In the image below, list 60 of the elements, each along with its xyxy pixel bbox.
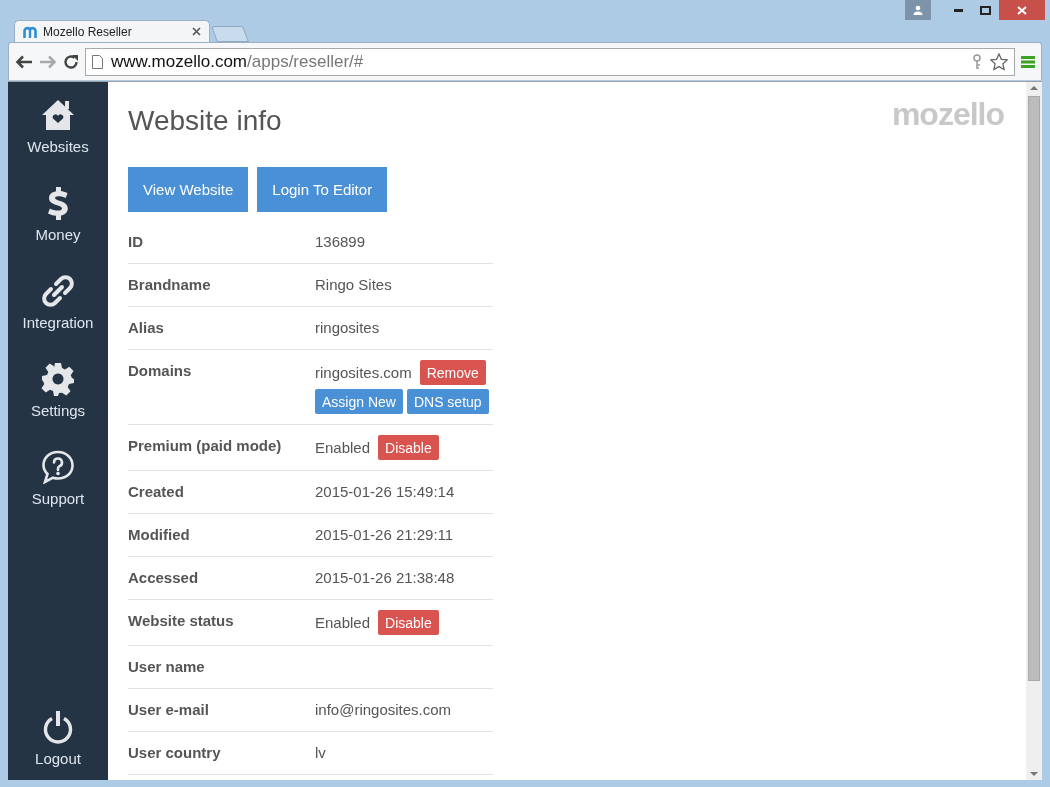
speech-bubble-question-icon <box>41 450 75 484</box>
forward-arrow-icon[interactable] <box>39 54 57 69</box>
sidebar-item[interactable]: Integration <box>8 274 108 362</box>
page-icon <box>92 54 103 69</box>
user-button[interactable] <box>905 0 931 20</box>
field-label: ID <box>128 233 143 250</box>
field-label: Alias <box>128 319 164 336</box>
house-icon <box>41 98 75 132</box>
reload-icon[interactable] <box>63 53 79 70</box>
m-logo-icon <box>23 25 37 38</box>
sidebar-item[interactable]: Support <box>8 450 108 538</box>
close-icon[interactable] <box>192 27 201 36</box>
field-value: ringosites <box>315 318 380 338</box>
back-arrow-icon[interactable] <box>15 54 33 69</box>
page-title: Website info <box>128 104 282 138</box>
field-value: ringosites.com <box>315 362 412 383</box>
logout-button[interactable]: Logout <box>8 710 108 767</box>
menu-icon[interactable] <box>1021 54 1035 69</box>
maximize-icon <box>979 5 991 15</box>
field-value: 2015-01-26 21:38:48 <box>315 568 455 588</box>
tab-title: Mozello Reseller <box>43 24 133 39</box>
minimize-icon <box>953 8 963 12</box>
field-label: User e-mail <box>128 701 209 718</box>
sidebar-item[interactable]: Settings <box>8 362 108 450</box>
field-value: Enabled <box>315 612 371 633</box>
field-label: Modified <box>128 526 190 543</box>
field-value: 136899 <box>315 232 366 252</box>
browser-tab[interactable]: Mozello Reseller <box>14 20 210 42</box>
url-text: www.mozello.com/apps/reseller/# <box>111 51 365 72</box>
power-icon <box>42 710 74 744</box>
field-label: Website status <box>128 612 234 629</box>
field-value: 2015-01-26 15:49:14 <box>315 482 455 502</box>
dollar-icon <box>47 186 69 220</box>
field-value: 2015-01-26 21:29:11 <box>315 525 454 545</box>
scrollbar[interactable] <box>1026 82 1042 780</box>
field-value: Enabled <box>315 437 371 458</box>
field-label: Premium (paid mode) <box>128 437 282 454</box>
field-label: Domains <box>128 362 192 379</box>
field-value: Ringo Sites <box>315 275 392 295</box>
star-icon[interactable] <box>990 52 1008 71</box>
field-label: User country <box>128 744 221 761</box>
field-value: lv <box>315 743 326 763</box>
close-window-button[interactable] <box>999 0 1045 20</box>
field-label: Created <box>128 483 184 500</box>
sidebar-item[interactable]: Websites <box>8 98 108 186</box>
address-bar[interactable]: www.mozello.com/apps/reseller/# <box>85 47 1015 76</box>
danger-button[interactable]: Disable <box>378 610 439 635</box>
link-icon <box>41 274 75 308</box>
field-label: Accessed <box>128 569 199 586</box>
danger-button[interactable]: Remove <box>419 360 486 385</box>
person-icon <box>913 5 923 15</box>
key-icon[interactable] <box>972 53 982 70</box>
close-icon <box>1017 5 1027 15</box>
field-label: User name <box>128 658 205 675</box>
field-value: info@ringosites.com <box>315 700 452 720</box>
field-label: Brandname <box>128 276 211 293</box>
sidebar-item[interactable]: Money <box>8 186 108 274</box>
gear-icon <box>41 362 75 396</box>
scrollbar-thumb[interactable] <box>1028 96 1040 681</box>
danger-button[interactable]: Disable <box>378 435 439 460</box>
